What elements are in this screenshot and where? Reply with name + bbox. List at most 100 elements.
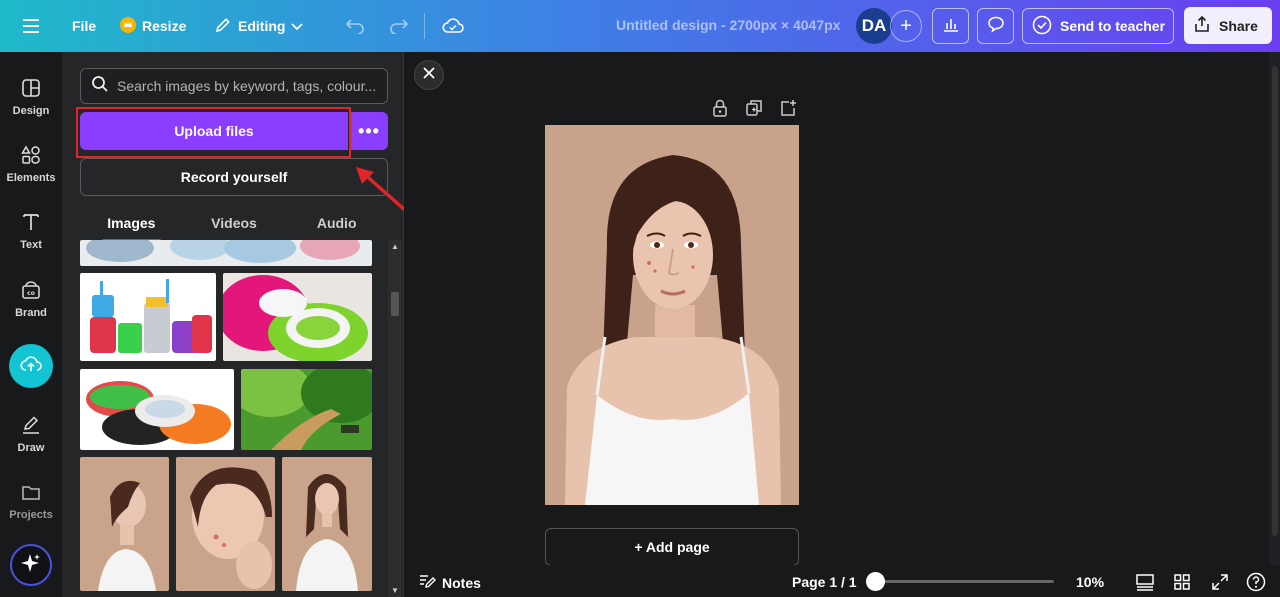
rail-item-uploads[interactable] — [9, 344, 53, 388]
rail-item-elements[interactable]: Elements — [0, 143, 62, 203]
rail-label: Text — [20, 239, 42, 251]
add-page-icon[interactable] — [778, 98, 798, 118]
check-circle-icon — [1032, 15, 1052, 38]
pencil-icon — [214, 16, 232, 37]
image-grid — [80, 240, 376, 597]
search-input[interactable] — [117, 78, 387, 94]
help-icon[interactable] — [1245, 571, 1267, 593]
add-page-button[interactable]: + Add page — [545, 528, 799, 566]
zoom-slider[interactable] — [866, 580, 1054, 583]
uploads-panel: Upload files ••• Record yourself Images … — [62, 52, 404, 597]
tab-audio[interactable]: Audio — [285, 206, 388, 240]
rail-label: Projects — [9, 509, 53, 521]
insights-button[interactable] — [932, 8, 969, 44]
send-to-teacher-button[interactable]: Send to teacher — [1022, 8, 1174, 44]
send-to-teacher-label: Send to teacher — [1060, 18, 1166, 34]
footer-bar: Notes Page 1 / 1 10% — [404, 565, 1280, 597]
left-rail: Design Elements Text co Brand Draw Proje… — [0, 52, 62, 597]
brand-icon: co — [19, 278, 43, 302]
cloud-save-icon[interactable] — [438, 12, 468, 40]
redo-icon[interactable] — [384, 12, 414, 40]
draw-icon — [19, 413, 43, 437]
rail-item-design[interactable]: Design — [0, 76, 62, 136]
file-menu-button[interactable]: File — [62, 8, 106, 44]
grid-view-icon[interactable] — [1171, 571, 1193, 593]
rail-item-brand[interactable]: co Brand — [0, 278, 62, 338]
image-thumbnail[interactable] — [223, 273, 372, 361]
editing-mode-button[interactable]: Editing — [204, 8, 313, 44]
search-icon — [91, 75, 109, 98]
zoom-value[interactable]: 10% — [1076, 574, 1104, 590]
share-icon — [1193, 15, 1211, 36]
page-indicator[interactable]: Page 1 / 1 — [792, 574, 857, 590]
close-icon — [423, 66, 435, 84]
comment-icon — [987, 15, 1005, 38]
plus-icon: + — [900, 14, 912, 37]
share-button[interactable]: Share — [1184, 7, 1272, 44]
rail-label: Draw — [17, 442, 45, 454]
scroll-down-icon[interactable]: ▼ — [390, 586, 400, 596]
comments-button[interactable] — [977, 8, 1014, 44]
panel-scrollbar[interactable]: ▲ ▼ — [388, 240, 402, 597]
menu-icon[interactable] — [14, 12, 48, 40]
bar-chart-icon — [942, 15, 960, 38]
notes-label: Notes — [442, 574, 481, 591]
image-thumbnail[interactable] — [80, 240, 372, 266]
lock-icon[interactable] — [710, 98, 730, 118]
rail-item-projects[interactable]: Projects — [0, 480, 62, 540]
share-label: Share — [1219, 17, 1258, 34]
portrait-photo — [545, 125, 799, 505]
design-title[interactable]: Untitled design - 2700px × 4047px — [616, 17, 840, 33]
tab-images[interactable]: Images — [80, 206, 183, 242]
media-tabs: Images Videos Audio — [80, 206, 388, 242]
canvas-scroll-thumb[interactable] — [1272, 66, 1278, 536]
chevron-down-icon — [291, 18, 304, 34]
page-toolbar — [710, 98, 798, 118]
upload-cloud-icon — [20, 355, 42, 378]
fullscreen-icon[interactable] — [1209, 571, 1231, 593]
crown-icon — [120, 16, 136, 36]
rail-label: Elements — [6, 172, 56, 184]
image-thumbnail[interactable] — [176, 457, 275, 591]
elements-icon — [19, 143, 43, 167]
zoom-slider-handle[interactable] — [866, 572, 885, 591]
image-thumbnail[interactable] — [282, 457, 372, 591]
divider — [424, 13, 425, 39]
duplicate-page-icon[interactable] — [744, 98, 764, 118]
upload-options-button[interactable]: ••• — [350, 112, 388, 150]
undo-icon[interactable] — [340, 12, 370, 40]
rail-label: Design — [12, 105, 50, 117]
scroll-thumb[interactable] — [391, 292, 399, 316]
magic-sparkle-button[interactable] — [10, 544, 52, 586]
text-icon — [19, 210, 43, 234]
resize-label: Resize — [142, 18, 187, 34]
image-thumbnail[interactable] — [80, 457, 169, 591]
canvas-scrollbar[interactable] — [1270, 52, 1280, 565]
close-panel-button[interactable] — [414, 60, 444, 90]
search-box[interactable] — [80, 68, 388, 104]
image-thumbnail[interactable] — [80, 273, 216, 361]
avatar[interactable]: DA — [856, 8, 892, 44]
magic-sparkle-icon — [20, 552, 42, 579]
canvas-area: + Add page — [404, 52, 1280, 566]
image-thumbnail[interactable] — [241, 369, 372, 450]
design-page[interactable] — [545, 125, 799, 505]
folder-icon — [19, 480, 43, 504]
resize-button[interactable]: Resize — [110, 8, 196, 44]
add-collaborator-button[interactable]: + — [890, 10, 922, 42]
editing-label: Editing — [238, 18, 286, 34]
image-thumbnail[interactable] — [80, 369, 234, 450]
file-label: File — [72, 18, 97, 34]
notes-button[interactable]: Notes — [418, 573, 481, 592]
page-view-icon[interactable] — [1134, 571, 1156, 593]
record-yourself-button[interactable]: Record yourself — [80, 158, 388, 196]
rail-item-text[interactable]: Text — [0, 210, 62, 270]
svg-text:co: co — [27, 290, 35, 297]
rail-label: Brand — [15, 307, 47, 319]
design-icon — [19, 76, 43, 100]
notes-icon — [418, 573, 436, 592]
scroll-up-icon[interactable]: ▲ — [390, 242, 400, 252]
rail-item-draw[interactable]: Draw — [0, 413, 62, 473]
top-bar: File Resize Editing Untitled design - 27… — [0, 0, 1280, 52]
tab-videos[interactable]: Videos — [183, 206, 286, 240]
